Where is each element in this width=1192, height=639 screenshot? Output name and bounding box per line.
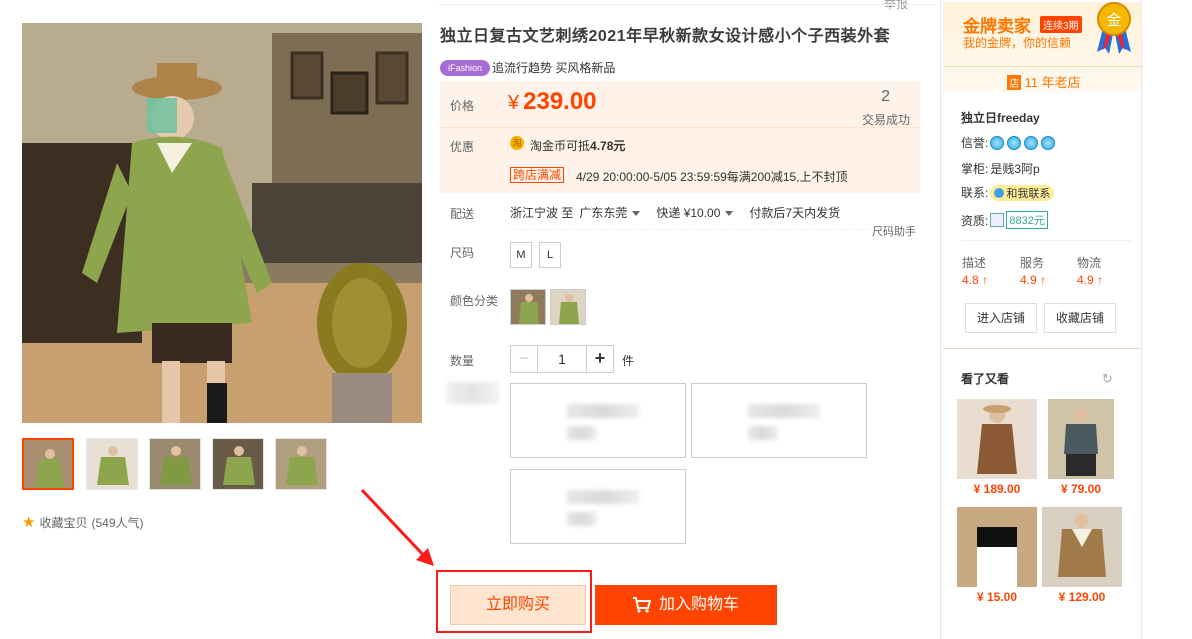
gold-seller-slogan: 我的金牌，你的信赖 [963,36,1072,50]
promo-detail: 4/29 20:00:00-5/05 23:59:59每满200减15,上不封顶 [576,170,848,184]
shipping-label: 配送 [450,207,475,221]
product-title: 独立日复古文艺刺绣2021年早秋新款女设计感小个子西装外套 [440,28,891,45]
keeper-row: 掌柜: 是贱3阿p [961,160,1040,177]
ship-to-select[interactable]: 广东东莞 [579,204,641,221]
add-to-cart-button[interactable]: 加入购物车 [595,585,777,625]
recommend-item-3[interactable] [957,507,1037,587]
crown-icon [1024,135,1039,150]
crown-icon [1041,135,1056,150]
size-option-m[interactable]: M [510,242,532,268]
gold-seller-banner: 金牌卖家 连续3期 我的金牌，你的信赖 金 店 11 年老店 [943,2,1143,92]
size-label: 尺码 [450,246,475,260]
sold-count: 2 [881,88,890,105]
ifashion-tag-text: 追流行趋势 买风格新品 [492,61,616,75]
ship-method-select[interactable]: 快递 ¥10.00 [656,204,734,221]
seller-sidebar: 金牌卖家 连续3期 我的金牌，你的信赖 金 店 11 年老店 独立日freeday… [940,0,1143,639]
thumbnail-3[interactable] [149,438,201,490]
recommend-item-4[interactable] [1042,507,1122,587]
chevron-down-icon [632,211,641,217]
color-option-2[interactable] [550,289,586,325]
shipping-row: 浙江宁波 至 广东东莞 快递 ¥10.00 付款后7天内发货 [510,204,840,221]
gold-medal-icon: 金 [1097,2,1131,54]
redacted-label [447,382,499,404]
credit-row: 信誉: [961,134,1056,151]
recommend-price-1: ¥ 189.00 [973,482,1021,496]
score-description: 描述 4.8 ↑ [962,256,989,287]
chevron-down-icon [725,211,734,217]
report-link[interactable]: 举报 [884,0,908,12]
recommend-price-4: ¥ 129.00 [1058,590,1106,604]
price-divider [440,127,920,128]
contact-row: 联系: 和我联系 [961,184,1055,201]
top-divider [438,4,934,5]
coin-deduction-text: 淘金币可抵4.78元 [530,139,626,153]
seller-divider [961,240,1131,241]
keeper-name[interactable]: 是贱3阿p [990,160,1039,177]
ifashion-badge[interactable]: iFashion [440,59,491,76]
redacted-option-2[interactable] [691,383,867,458]
taojinbi-coin-icon: 淘 [510,136,524,150]
score-service: 服务 4.9 ↑ [1020,256,1047,287]
thumbnail-1[interactable] [22,438,74,490]
size-option-l[interactable]: L [539,242,561,268]
qualification-row: 资质: 8832元 [961,211,1048,229]
shop-icon: 店 [1007,75,1022,90]
recommend-price-3: ¥ 15.00 [976,590,1018,604]
star-icon: ★ [22,514,36,531]
main-product-image[interactable] [22,23,422,423]
contact-seller-button[interactable]: 和我联系 [990,184,1055,201]
quantity-label: 数量 [450,354,475,368]
deposit-badge[interactable]: 8832元 [1006,211,1048,229]
sold-label: 交易成功 [861,113,910,127]
promo-label: 优惠 [450,140,475,154]
favorite-label: 收藏宝贝 [39,515,88,530]
crown-icon [990,135,1005,150]
license-icon[interactable] [990,213,1005,227]
cart-icon [632,596,652,613]
ship-from: 浙江宁波 至 [510,206,574,220]
ifashion-tag-row: iFashion 追流行趋势 买风格新品 [440,59,615,76]
price-panel: 价格 ¥239.00 2 交易成功 优惠 淘 淘金币可抵4.78元 跨店满减 4… [440,81,920,193]
redacted-option-3[interactable] [510,469,686,544]
favorite-count: (549人气) [91,515,144,530]
refresh-icon[interactable]: ↻ [1102,371,1113,387]
size-helper-link[interactable]: 尺码助手 [872,223,916,239]
price-label: 价格 [450,99,475,113]
recommend-price-2: ¥ 79.00 [1060,482,1102,496]
score-logistics: 物流 4.9 ↑ [1077,256,1104,287]
store-age: 店 11 年老店 [945,66,1143,91]
price-value: ¥239.00 [508,88,597,115]
enter-shop-button[interactable]: 进入店铺 [965,303,1037,333]
thumbnail-2[interactable] [86,438,138,490]
favorite-shop-button[interactable]: 收藏店铺 [1044,303,1116,333]
favorite-item-button[interactable]: ★ 收藏宝贝 (549人气) [22,513,143,531]
svg-text:金: 金 [1106,11,1121,29]
quantity-unit: 件 [622,354,635,368]
recommend-item-2[interactable] [1048,399,1128,479]
quantity-increase-button[interactable]: + [586,345,614,373]
quantity-decrease-button[interactable]: − [510,345,538,373]
color-option-1[interactable] [510,289,546,325]
thumbnail-4[interactable] [212,438,264,490]
ship-note: 付款后7天内发货 [749,206,841,220]
crown-icon [1007,135,1022,150]
quantity-input[interactable]: 1 [537,345,587,373]
shop-name[interactable]: 独立日freeday [961,109,1040,126]
wangwang-icon [994,187,1005,198]
buy-now-button[interactable]: 立即购买 [450,585,586,625]
gold-seller-badge: 连续3期 [1040,16,1082,33]
color-label: 颜色分类 [450,294,499,308]
see-also-title: 看了又看 [961,372,1010,386]
redacted-option-1[interactable] [510,383,686,458]
thumbnail-5[interactable] [275,438,327,490]
red-arrow-annotation [360,488,434,566]
see-also-divider [943,348,1141,349]
recommend-item-1[interactable] [957,399,1037,479]
dashed-divider [510,229,868,230]
cross-store-discount-tag[interactable]: 跨店满减 [510,167,565,183]
